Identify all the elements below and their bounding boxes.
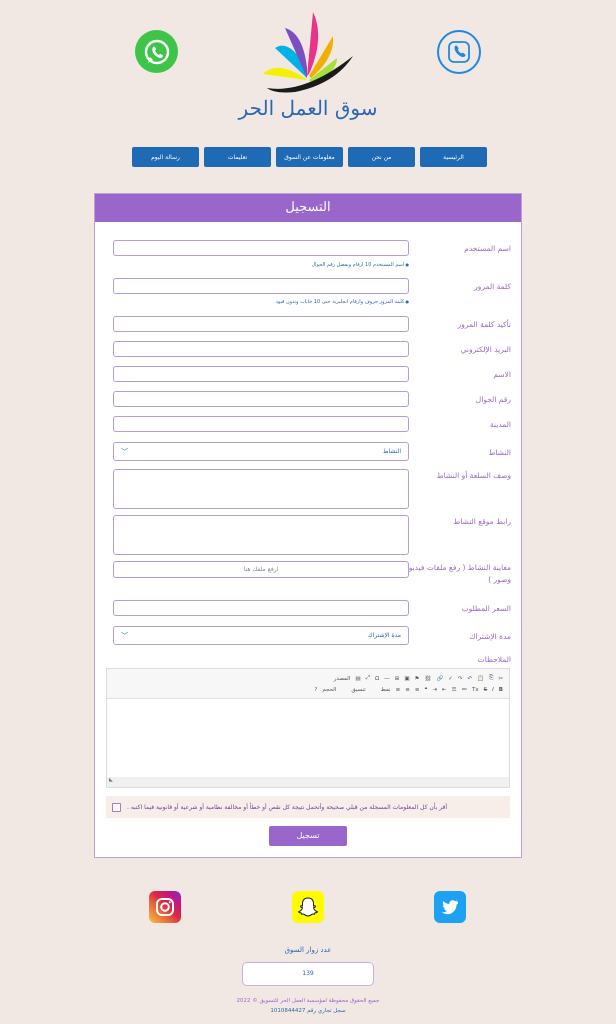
- hr-icon[interactable]: ―: [384, 676, 390, 682]
- subscription-select[interactable]: ﹀ مدة الإشتراك: [113, 626, 409, 645]
- site-title: سوق العمل الحر: [238, 96, 378, 120]
- price-label: السعر المطلوب: [461, 604, 511, 613]
- bullet-list-icon[interactable]: ☰: [452, 687, 457, 693]
- file-upload-input[interactable]: ارفع ملفك هنا: [113, 561, 409, 578]
- link-textarea[interactable]: [113, 515, 409, 555]
- password-input[interactable]: [113, 278, 409, 294]
- redo-icon[interactable]: ↷: [458, 676, 463, 682]
- snapchat-icon[interactable]: [292, 891, 324, 923]
- strike-icon[interactable]: S: [484, 687, 488, 693]
- outdent-icon[interactable]: ⇤: [442, 687, 447, 693]
- visitors-counter: 139: [242, 962, 374, 986]
- cut-icon[interactable]: ✂: [498, 676, 503, 682]
- editor-format-select[interactable]: تنسيق: [351, 687, 365, 693]
- username-label: اسم المستخدم: [464, 244, 511, 253]
- resize-handle-icon[interactable]: ◣: [107, 777, 509, 787]
- description-label: وصف السلعة أو النشاط: [436, 471, 511, 480]
- activity-select[interactable]: ﹀ النشاط: [113, 442, 409, 461]
- page-header: سوق العمل الحر: [0, 0, 616, 135]
- preview-label: معاينة النشاط ( رفع ملفات فيديو وصور ): [408, 563, 511, 584]
- editor-font-select[interactable]: نمط: [381, 687, 391, 693]
- editor-toolbar-row-2: B I S Tx ≔ ☰ ⇤ ⇥ ❝ ≡ ≡ ≡ نمط تنسيق الحجم…: [113, 684, 503, 695]
- editor-toolbar: ✂ ⎘ 📋 ↶ ↷ ✓ 🔗 ⛓ ⚑ ▣ ⊞ ― Ω ⤢ ▤ المصدر B I: [107, 669, 509, 699]
- nav-market-info-button[interactable]: معلومات عن السوق: [276, 147, 343, 167]
- mobile-input[interactable]: [113, 391, 409, 407]
- mobile-label: رقم الجوال: [475, 395, 511, 404]
- nav-daily-message-button[interactable]: رسالة اليوم: [132, 147, 199, 167]
- subscription-select-value: مدة الإشتراك: [367, 632, 401, 639]
- paste-icon[interactable]: 📋: [477, 676, 484, 682]
- username-hint: اسم المستخدم 10 ارقام ويفضل رقم الجوال: [312, 262, 409, 268]
- agreement-row: أقر بأن كل المعلومات المسجلة من قبلي صحي…: [106, 796, 510, 818]
- main-nav: الرئيسية من نحن معلومات عن السوق تعليمات…: [129, 147, 487, 167]
- editor-toolbar-row-1: ✂ ⎘ 📋 ↶ ↷ ✓ 🔗 ⛓ ⚑ ▣ ⊞ ― Ω ⤢ ▤ المصدر: [113, 673, 503, 684]
- twitter-icon[interactable]: [434, 891, 466, 923]
- lotus-logo: [263, 12, 353, 93]
- whatsapp-icon[interactable]: [135, 30, 178, 73]
- activity-label: النشاط: [488, 448, 511, 457]
- unlink-icon[interactable]: ⛓: [424, 676, 431, 682]
- password-hint: كلمة المرور حروف وارقام انجليزية حتى 10 …: [276, 299, 409, 305]
- email-input[interactable]: [113, 341, 409, 357]
- link-label: رابط موقع النشاط: [453, 517, 511, 526]
- price-input[interactable]: [113, 600, 409, 616]
- copyright-text: جميع الحقوق محفوظة لمؤسسة العمل الحر للت…: [236, 998, 380, 1004]
- email-label: البريد الإلكتروني: [460, 345, 511, 354]
- align-center-icon[interactable]: ≡: [405, 687, 410, 693]
- phone-icon[interactable]: [437, 30, 481, 74]
- chevron-down-icon: ﹀: [121, 631, 128, 640]
- chevron-down-icon: ﹀: [121, 447, 128, 456]
- remove-format-icon[interactable]: Tx: [472, 687, 479, 693]
- bold-icon[interactable]: B: [499, 687, 503, 693]
- maximize-icon[interactable]: ⤢: [366, 675, 370, 682]
- username-input[interactable]: [113, 240, 409, 256]
- blockquote-icon[interactable]: ❝: [424, 687, 427, 693]
- special-char-icon[interactable]: Ω: [375, 676, 379, 682]
- name-label: الاسم: [493, 370, 511, 379]
- undo-icon[interactable]: ↶: [468, 676, 473, 682]
- rich-text-editor: ✂ ⎘ 📋 ↶ ↷ ✓ 🔗 ⛓ ⚑ ▣ ⊞ ― Ω ⤢ ▤ المصدر B I: [106, 668, 510, 788]
- instagram-icon[interactable]: [149, 891, 181, 923]
- link-icon[interactable]: 🔗: [436, 676, 443, 682]
- spellcheck-icon[interactable]: ✓: [448, 676, 453, 682]
- description-textarea[interactable]: [113, 469, 409, 509]
- agreement-checkbox[interactable]: [112, 802, 121, 812]
- anchor-icon[interactable]: ⚑: [415, 676, 420, 682]
- nav-home-button[interactable]: الرئيسية: [420, 147, 487, 167]
- city-input[interactable]: [113, 416, 409, 432]
- agreement-text: أقر بأن كل المعلومات المسجلة من قبلي صحي…: [127, 803, 448, 811]
- editor-size-select[interactable]: الحجم: [322, 687, 336, 693]
- name-input[interactable]: [113, 366, 409, 382]
- image-icon[interactable]: ▣: [404, 676, 409, 682]
- nav-instructions-button[interactable]: تعليمات: [204, 147, 271, 167]
- notes-label: الملاحظات: [477, 655, 511, 664]
- source-icon[interactable]: ▤: [355, 676, 360, 682]
- italic-icon[interactable]: I: [492, 687, 494, 693]
- subscription-label: مدة الإشتراك: [469, 632, 511, 641]
- confirm-password-label: تأكيد كلمة المرور: [457, 320, 511, 329]
- password-label: كلمة المرور: [474, 282, 511, 291]
- editor-body[interactable]: [107, 699, 509, 777]
- editor-source-label[interactable]: المصدر: [334, 676, 351, 682]
- visitors-label: عدد زوار السوق: [284, 946, 332, 954]
- confirm-password-input[interactable]: [113, 316, 409, 332]
- city-label: المدينة: [489, 420, 511, 429]
- form-title: التسجيل: [95, 194, 521, 222]
- indent-icon[interactable]: ⇥: [432, 687, 437, 693]
- align-left-icon[interactable]: ≡: [396, 687, 401, 693]
- submit-button[interactable]: تسجيل: [269, 826, 347, 846]
- table-icon[interactable]: ⊞: [395, 676, 400, 682]
- activity-select-value: النشاط: [382, 448, 401, 455]
- commercial-register-text: سجل تجاري رقم 1010844427: [270, 1008, 346, 1014]
- numbered-list-icon[interactable]: ≔: [462, 687, 468, 693]
- copy-icon[interactable]: ⎘: [489, 675, 493, 682]
- align-right-icon[interactable]: ≡: [415, 687, 420, 693]
- nav-about-button[interactable]: من نحن: [348, 147, 415, 167]
- registration-form: التسجيل اسم المستخدم اسم المستخدم 10 ارق…: [94, 193, 522, 858]
- help-icon[interactable]: ?: [314, 687, 317, 693]
